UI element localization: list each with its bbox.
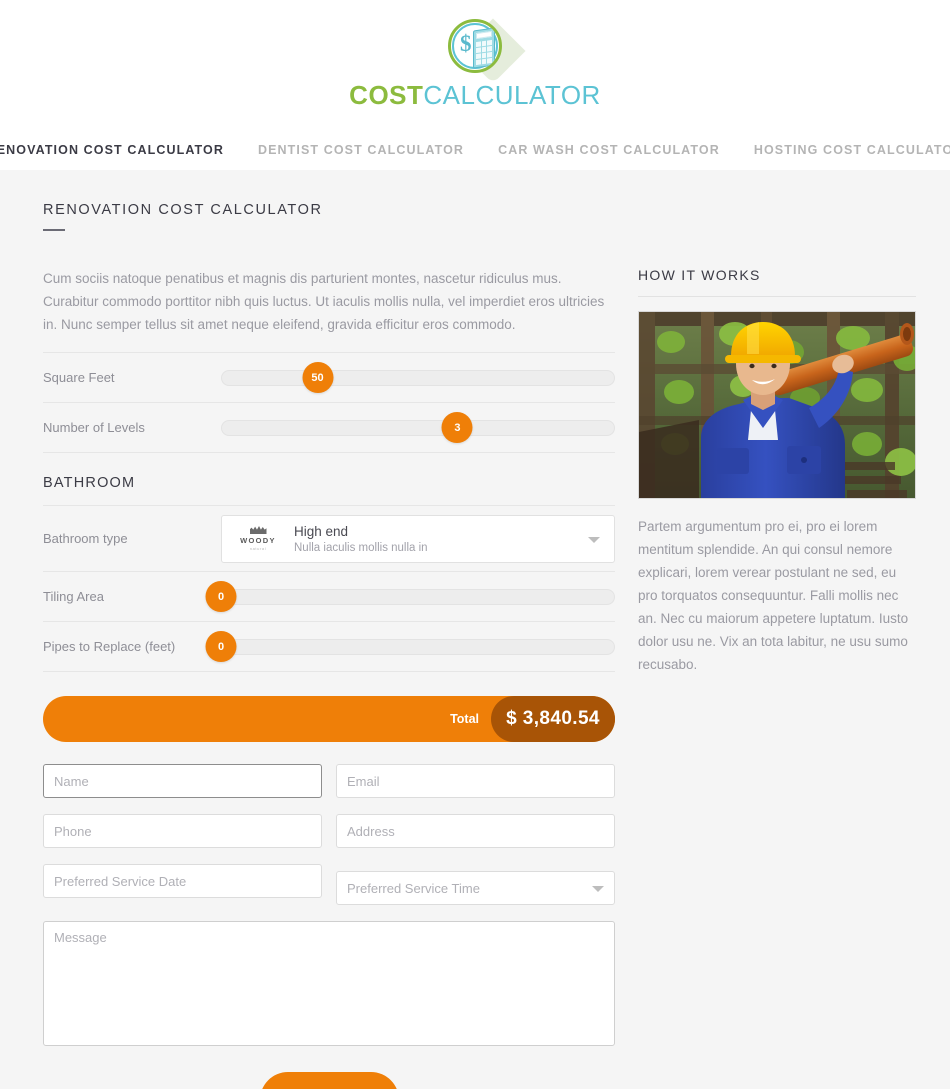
brand-name-part1: COST	[349, 80, 424, 110]
name-input[interactable]	[43, 764, 322, 798]
slider-handle-square-feet[interactable]: 50	[302, 362, 334, 393]
form-row-phone-address	[43, 814, 615, 848]
thumb-name: WOODY	[240, 536, 276, 545]
slider-label-tiling-area: Tiling Area	[43, 589, 104, 604]
slider-handle-pipes[interactable]: 0	[205, 631, 237, 662]
bathroom-type-label: Bathroom type	[43, 531, 128, 546]
phone-input[interactable]	[43, 814, 322, 848]
slider-handle-tiling-area[interactable]: 0	[205, 581, 237, 612]
nav-item-dentist[interactable]: DENTIST COST CALCULATOR	[258, 143, 464, 157]
nav-item-hosting[interactable]: HOSTING COST CALCULATOR	[754, 143, 950, 157]
chevron-down-icon[interactable]	[588, 536, 600, 543]
slider-track[interactable]	[221, 369, 615, 386]
woody-crown-icon	[249, 526, 267, 534]
service-date-input[interactable]	[43, 864, 322, 898]
slider-pipes[interactable]: 0	[205, 631, 615, 662]
submit-button[interactable]: SUBMIT	[259, 1072, 399, 1089]
service-time-selected-label: Preferred Service Time	[347, 880, 480, 896]
slider-label-pipes: Pipes to Replace (feet)	[43, 639, 176, 654]
selected-option-description: Nulla iaculis mollis nulla in	[294, 541, 428, 554]
slider-label-levels: Number of Levels	[43, 420, 145, 435]
sidebar-paragraph: Partem argumentum pro ei, pro ei lorem m…	[638, 519, 909, 672]
brand-wordmark: COSTCALCULATOR	[349, 80, 601, 111]
slider-row-pipes: Pipes to Replace (feet) 0	[43, 622, 615, 672]
total-amount: $ 3,840.54	[491, 696, 615, 742]
thumb-subtitle: natural	[249, 546, 267, 551]
slider-handle-levels[interactable]: 3	[441, 412, 473, 443]
brand-name-part2: CALCULATOR	[423, 80, 601, 110]
total-label: Total	[450, 712, 479, 726]
calculator-device-icon	[473, 27, 495, 69]
slider-track[interactable]	[221, 419, 615, 436]
selected-option-title: High end	[294, 523, 349, 539]
dollar-sign-icon: $	[460, 31, 472, 56]
worker-photo-illustration	[639, 312, 915, 498]
option-thumbnail-woody: WOODY natural	[234, 521, 282, 557]
service-time-select[interactable]: Preferred Service Time	[336, 871, 615, 905]
message-textarea[interactable]	[43, 921, 615, 1046]
main-navigation: RENOVATION COST CALCULATOR DENTIST COST …	[0, 143, 950, 157]
slider-tiling-area[interactable]: 0	[205, 581, 615, 612]
calculator-keys	[476, 39, 492, 66]
total-bar: Total $ 3,840.54	[43, 696, 615, 742]
sidebar-column: HOW IT WORKS Partem argumentum pro ei, p…	[638, 267, 916, 1089]
chevron-down-icon[interactable]	[592, 886, 604, 892]
time-field-wrap: Preferred Service Time	[336, 864, 615, 905]
brand-logo[interactable]: $ COSTCALCULATOR	[0, 0, 950, 111]
content-columns: Cum sociis natoque penatibus et magnis d…	[0, 231, 950, 1089]
calculator-column: Cum sociis natoque penatibus et magnis d…	[43, 267, 615, 1089]
selected-option-texts: High end Nulla iaculis mollis nulla in	[294, 524, 428, 554]
form-row-date-time: Preferred Service Time	[43, 864, 615, 905]
calculator-logo-icon: $	[432, 16, 526, 84]
email-input[interactable]	[336, 764, 615, 798]
sidebar-heading: HOW IT WORKS	[638, 267, 916, 297]
slider-label-square-feet: Square Feet	[43, 370, 115, 385]
address-input[interactable]	[336, 814, 615, 848]
slider-levels[interactable]: 3	[221, 412, 615, 443]
calculator-screen	[476, 30, 492, 40]
slider-square-feet[interactable]: 50	[221, 362, 615, 393]
group-heading-bathroom: BATHROOM	[43, 453, 615, 506]
logo-circle: $	[448, 19, 502, 73]
slider-row-tiling-area: Tiling Area 0	[43, 572, 615, 622]
nav-item-renovation[interactable]: RENOVATION COST CALCULATOR	[0, 143, 224, 157]
contact-form: Preferred Service Time SUBMIT	[43, 764, 615, 1089]
bathroom-type-row: Bathroom type WOODY natural High end Nul…	[43, 506, 615, 572]
date-field-wrap	[43, 864, 322, 905]
form-row-name-email	[43, 764, 615, 798]
slider-track[interactable]	[221, 638, 615, 655]
page-root: $ COSTCALCULATOR RENOVATION COST CALCULA…	[0, 0, 950, 1089]
slider-track[interactable]	[221, 588, 615, 605]
slider-row-levels: Number of Levels 3	[43, 403, 615, 453]
intro-paragraph: Cum sociis natoque penatibus et magnis d…	[43, 271, 605, 332]
how-it-works-image	[638, 311, 916, 499]
page-title: RENOVATION COST CALCULATOR	[43, 202, 323, 218]
nav-item-car-wash[interactable]: CAR WASH COST CALCULATOR	[498, 143, 720, 157]
page-content: RENOVATION COST CALCULATOR Cum sociis na…	[0, 170, 950, 1089]
slider-row-square-feet: Square Feet 50	[43, 353, 615, 403]
site-header: $ COSTCALCULATOR RENOVATION COST CALCULA…	[0, 0, 950, 170]
submit-row: SUBMIT	[43, 1072, 615, 1089]
bathroom-type-select[interactable]: WOODY natural High end Nulla iaculis mol…	[221, 514, 615, 563]
